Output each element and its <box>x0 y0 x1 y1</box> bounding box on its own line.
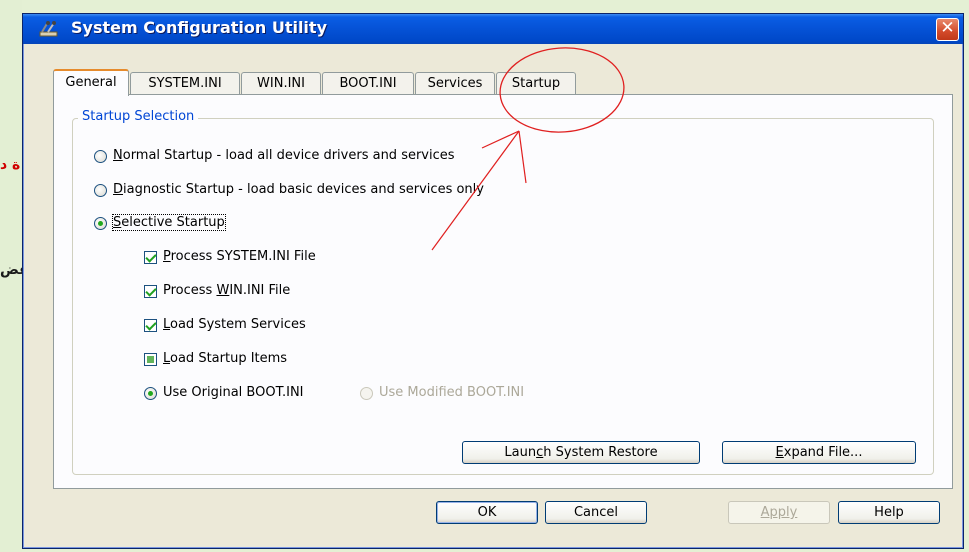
expand-file-button[interactable]: Expand File... <box>722 441 916 464</box>
help-button[interactable]: Help <box>838 501 940 524</box>
tab-startup[interactable]: Startup <box>496 72 576 94</box>
use-modified-boot-ini-radio[interactable] <box>360 387 373 400</box>
selective-startup-radio[interactable] <box>94 217 107 230</box>
process-win-ini-checkbox[interactable] <box>144 285 157 298</box>
use-original-boot-ini-radio[interactable] <box>144 387 157 400</box>
diagnostic-startup-label[interactable]: Diagnostic Startup - load basic devices … <box>113 182 484 197</box>
ok-button[interactable]: OK <box>436 501 538 524</box>
tab-win-ini[interactable]: WIN.INI <box>241 72 321 94</box>
load-startup-items-label[interactable]: Load Startup Items <box>163 351 287 366</box>
apply-button[interactable]: Apply <box>728 501 830 524</box>
normal-startup-label[interactable]: Normal Startup - load all device drivers… <box>113 148 455 163</box>
use-original-boot-ini-label[interactable]: Use Original BOOT.INI <box>163 385 304 400</box>
general-tab-panel: Startup Selection Normal Startup - load … <box>53 94 953 489</box>
process-win-ini-label[interactable]: Process WIN.INI File <box>163 283 290 298</box>
use-modified-boot-ini-label: Use Modified BOOT.INI <box>379 385 525 400</box>
startup-selection-legend: Startup Selection <box>78 109 199 124</box>
process-system-ini-checkbox[interactable] <box>144 251 157 264</box>
tab-general[interactable]: General <box>53 69 129 96</box>
background-text-fragment: ة د <box>0 157 21 173</box>
cancel-button[interactable]: Cancel <box>545 501 647 524</box>
tab-boot-ini[interactable]: BOOT.INI <box>322 72 414 94</box>
msconfig-icon <box>39 20 59 38</box>
normal-startup-radio[interactable] <box>94 150 107 163</box>
title-bar[interactable]: System Configuration Utility ✕ <box>23 14 963 44</box>
launch-system-restore-button[interactable]: Launch System Restore <box>462 441 700 464</box>
system-configuration-window: System Configuration Utility ✕ General S… <box>22 13 964 549</box>
process-system-ini-label[interactable]: Process SYSTEM.INI File <box>163 249 316 264</box>
close-button[interactable]: ✕ <box>936 18 959 41</box>
selective-startup-label[interactable]: Selective Startup <box>112 214 226 231</box>
tab-services[interactable]: Services <box>415 72 495 94</box>
close-icon: ✕ <box>940 18 955 38</box>
diagnostic-startup-radio[interactable] <box>94 184 107 197</box>
load-system-services-label[interactable]: Load System Services <box>163 317 306 332</box>
window-title: System Configuration Utility <box>71 18 327 37</box>
load-startup-items-checkbox[interactable] <box>144 353 157 366</box>
load-system-services-checkbox[interactable] <box>144 319 157 332</box>
tab-system-ini[interactable]: SYSTEM.INI <box>130 72 240 94</box>
